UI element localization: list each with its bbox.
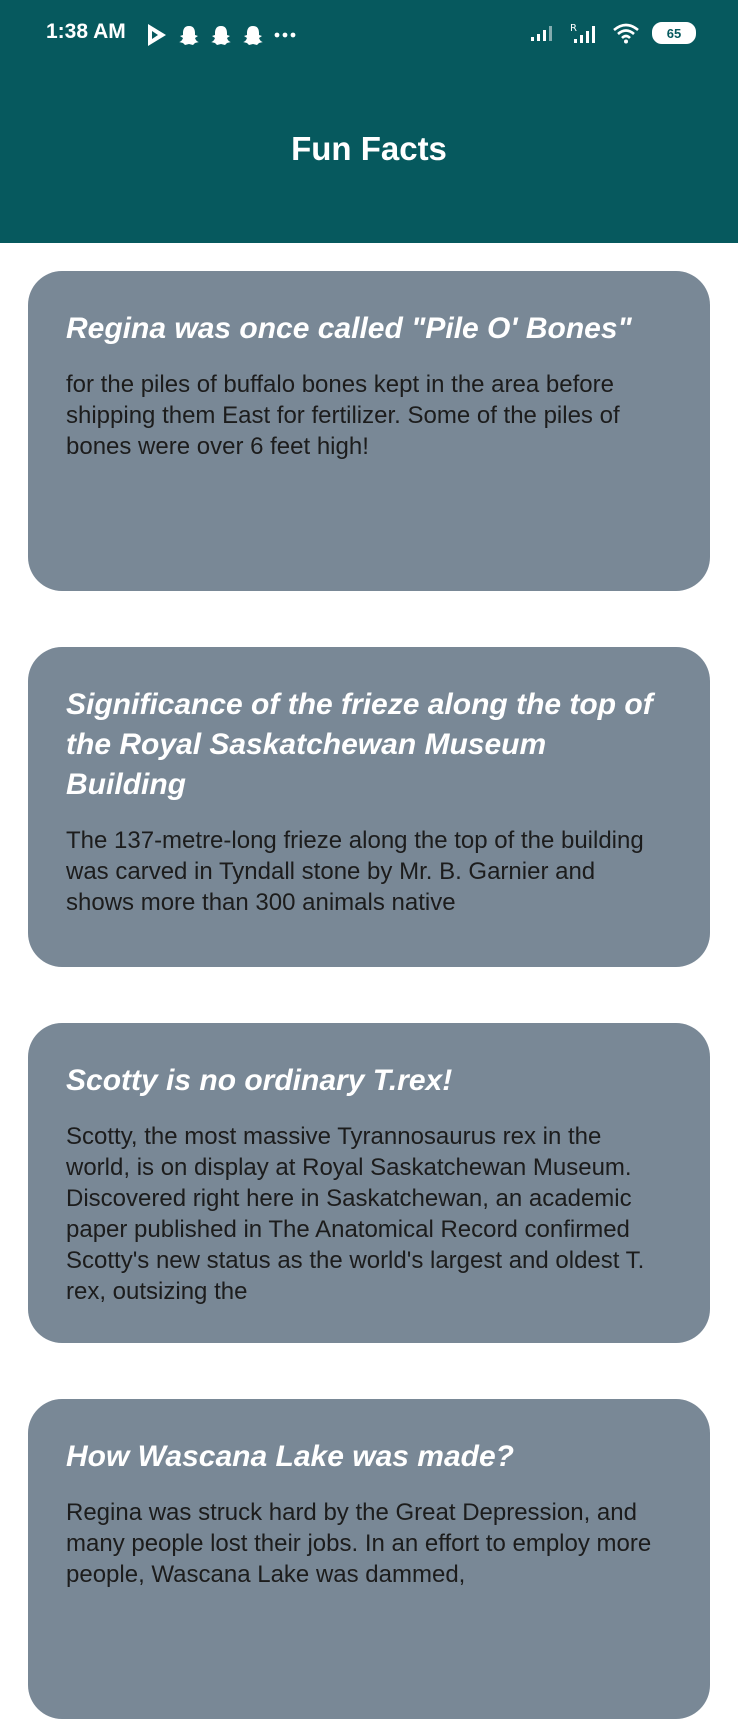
battery-indicator: 65 xyxy=(652,22,696,44)
notification-icons xyxy=(146,23,296,47)
fact-body: Regina was struck hard by the Great Depr… xyxy=(66,1499,652,1588)
app-bar: 1:38 AM R 65 Fun Facts xyxy=(0,0,738,243)
status-time: 1:38 AM xyxy=(46,20,126,43)
fact-card-content: Scotty is no ordinary T.rex! Scotty, the… xyxy=(66,1061,666,1311)
snapchat-icon xyxy=(211,26,231,45)
status-bar: 1:38 AM R 65 xyxy=(0,0,738,70)
fact-title: Regina was once called "Pile O' Bones" xyxy=(66,312,632,345)
fact-title: Significance of the frieze along the top… xyxy=(66,688,653,801)
cellular-signal-icon xyxy=(531,26,552,41)
play-store-icon xyxy=(148,24,166,46)
fact-card[interactable]: How Wascana Lake was made? Regina was st… xyxy=(28,1399,710,1719)
snapchat-icon xyxy=(243,26,263,45)
battery-level: 65 xyxy=(666,25,682,41)
fact-title: How Wascana Lake was made? xyxy=(66,1440,514,1473)
page-title: Fun Facts xyxy=(291,130,447,167)
status-right-icons: R 65 xyxy=(530,22,696,44)
fact-body: for the piles of buffalo bones kept in t… xyxy=(66,371,620,460)
fact-card-content: Significance of the frieze along the top… xyxy=(66,685,666,967)
fact-title: Scotty is no ordinary T.rex! xyxy=(66,1064,453,1097)
fact-card[interactable]: Significance of the frieze along the top… xyxy=(28,647,710,967)
fact-body: Scotty, the most massive Tyrannosaurus r… xyxy=(66,1123,645,1305)
snapchat-icon xyxy=(179,26,199,45)
fact-card-content: Regina was once called "Pile O' Bones" f… xyxy=(66,309,666,591)
svg-text:R: R xyxy=(570,23,577,34)
wifi-icon xyxy=(613,23,639,44)
fact-body: The 137-metre-long frieze along the top … xyxy=(66,827,644,916)
cellular-signal-roaming-icon: R xyxy=(570,23,595,43)
more-dots-icon xyxy=(274,32,296,38)
fact-card-content: How Wascana Lake was made? Regina was st… xyxy=(66,1437,666,1719)
fact-card[interactable]: Regina was once called "Pile O' Bones" f… xyxy=(28,271,710,591)
fact-card[interactable]: Scotty is no ordinary T.rex! Scotty, the… xyxy=(28,1023,710,1343)
